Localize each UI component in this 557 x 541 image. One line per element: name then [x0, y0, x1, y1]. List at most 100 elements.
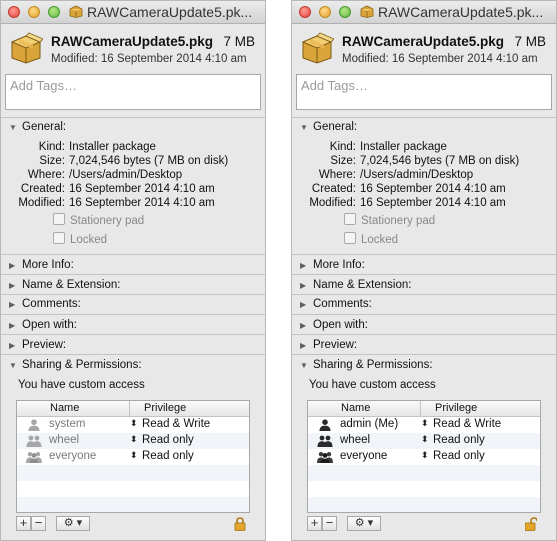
checkbox-box[interactable]	[344, 232, 356, 244]
minimize-button[interactable]	[28, 6, 40, 18]
section-label: Name & Extension:	[313, 279, 412, 291]
disclosure-closed-icon[interactable]: ▶	[300, 321, 309, 330]
section-open-with[interactable]: ▶ Open with:	[9, 319, 77, 331]
privilege-popup[interactable]: Read only	[142, 450, 194, 462]
info-value: Installer package	[360, 141, 447, 153]
info-label: Kind:	[38, 141, 65, 153]
divider	[1, 314, 265, 315]
table-row-empty	[308, 497, 540, 512]
privilege-popup[interactable]: Read & Write	[142, 418, 210, 430]
tags-field[interactable]	[296, 74, 552, 110]
user-name: everyone	[340, 450, 388, 462]
divider	[1, 254, 265, 255]
section-name-extension[interactable]: ▶ Name & Extension:	[9, 279, 120, 291]
checkbox-box[interactable]	[53, 213, 65, 225]
column-header-privilege[interactable]: Privilege	[435, 402, 477, 414]
table-row[interactable]: everyone ⬍ Read only	[17, 449, 249, 465]
section-label: Sharing & Permissions:	[313, 359, 433, 371]
add-user-button[interactable]: +	[307, 516, 322, 531]
tags-input[interactable]	[299, 77, 543, 94]
close-button[interactable]	[299, 6, 311, 18]
section-name-extension[interactable]: ▶ Name & Extension:	[300, 279, 411, 291]
disclosure-closed-icon[interactable]: ▶	[9, 300, 18, 309]
section-open-with[interactable]: ▶ Open with:	[300, 319, 368, 331]
column-header-name[interactable]: Name	[50, 402, 79, 414]
table-row[interactable]: wheel ⬍ Read only	[17, 433, 249, 449]
remove-user-button[interactable]: −	[322, 516, 337, 531]
lock-closed-icon[interactable]	[234, 517, 246, 531]
title-bar[interactable]: RAWCameraUpdate5.pk...	[292, 1, 556, 24]
user-name: admin (Me)	[340, 418, 399, 430]
privilege-popup[interactable]: Read only	[433, 450, 485, 462]
section-label: More Info:	[22, 259, 74, 271]
modified-date: Modified: 16 September 2014 4:10 am	[342, 53, 538, 65]
tags-field[interactable]	[5, 74, 261, 110]
stationery-pad-checkbox[interactable]: Stationery pad	[53, 213, 144, 227]
privilege-popup[interactable]: Read only	[433, 434, 485, 446]
column-header-name[interactable]: Name	[341, 402, 370, 414]
section-sharing[interactable]: ▼ Sharing & Permissions:	[9, 359, 142, 371]
info-label: Kind:	[329, 141, 356, 153]
section-comments[interactable]: ▶ Comments:	[300, 298, 372, 310]
action-menu-button[interactable]: ⚙ ▾	[347, 516, 381, 531]
close-button[interactable]	[8, 6, 20, 18]
column-header-privilege[interactable]: Privilege	[144, 402, 186, 414]
add-user-button[interactable]: +	[16, 516, 31, 531]
info-value: 16 September 2014 4:10 am	[360, 183, 506, 195]
table-header: Name Privilege	[308, 401, 540, 417]
action-menu-button[interactable]: ⚙ ▾	[56, 516, 90, 531]
access-status: You have custom access	[18, 379, 145, 391]
stationery-pad-checkbox[interactable]: Stationery pad	[344, 213, 435, 227]
locked-checkbox[interactable]: Locked	[53, 232, 107, 246]
permissions-table[interactable]: Name Privilege system ⬍ Read & Write whe…	[16, 400, 250, 513]
section-general[interactable]: ▼ General:	[9, 121, 66, 133]
table-row[interactable]: everyone ⬍ Read only	[308, 449, 540, 465]
disclosure-closed-icon[interactable]: ▶	[9, 341, 18, 350]
privilege-popup[interactable]: Read & Write	[433, 418, 501, 430]
disclosure-closed-icon[interactable]: ▶	[9, 261, 18, 270]
lock-open-icon[interactable]	[525, 517, 537, 531]
disclosure-closed-icon[interactable]: ▶	[9, 321, 18, 330]
remove-user-button[interactable]: −	[31, 516, 46, 531]
minimize-button[interactable]	[319, 6, 331, 18]
section-more-info[interactable]: ▶ More Info:	[300, 259, 365, 271]
info-label: Created:	[20, 183, 65, 195]
table-row[interactable]: system ⬍ Read & Write	[17, 417, 249, 433]
checkbox-label: Locked	[70, 234, 108, 246]
checkbox-box[interactable]	[53, 232, 65, 244]
section-general[interactable]: ▼ General:	[300, 121, 357, 133]
disclosure-open-icon[interactable]: ▼	[9, 361, 18, 370]
section-label: Sharing & Permissions:	[22, 359, 142, 371]
disclosure-closed-icon[interactable]: ▶	[9, 281, 18, 290]
locked-checkbox[interactable]: Locked	[344, 232, 398, 246]
checkbox-label: Stationery pad	[70, 215, 145, 227]
permissions-table[interactable]: Name Privilege admin (Me) ⬍ Read & Write…	[307, 400, 541, 513]
table-row[interactable]: wheel ⬍ Read only	[308, 433, 540, 449]
tags-input[interactable]	[8, 77, 252, 94]
section-preview[interactable]: ▶ Preview:	[9, 339, 66, 351]
section-general-label: General:	[313, 121, 358, 133]
section-preview[interactable]: ▶ Preview:	[300, 339, 357, 351]
zoom-button[interactable]	[339, 6, 351, 18]
title-bar[interactable]: RAWCameraUpdate5.pk...	[1, 1, 265, 24]
section-sharing[interactable]: ▼ Sharing & Permissions:	[300, 359, 433, 371]
section-more-info[interactable]: ▶ More Info:	[9, 259, 74, 271]
checkbox-box[interactable]	[344, 213, 356, 225]
disclosure-open-icon[interactable]: ▼	[9, 123, 18, 132]
disclosure-closed-icon[interactable]: ▶	[300, 281, 309, 290]
section-comments[interactable]: ▶ Comments:	[9, 298, 81, 310]
package-icon	[10, 32, 43, 64]
window-title: RAWCameraUpdate5.pk...	[87, 4, 253, 20]
info-label: Size:	[39, 155, 65, 167]
info-window-unlocked: RAWCameraUpdate5.pk... RAWCameraUpdate5.…	[291, 0, 557, 541]
disclosure-open-icon[interactable]: ▼	[300, 123, 309, 132]
privilege-popup[interactable]: Read only	[142, 434, 194, 446]
table-row[interactable]: admin (Me) ⬍ Read & Write	[308, 417, 540, 433]
disclosure-closed-icon[interactable]: ▶	[300, 300, 309, 309]
disclosure-closed-icon[interactable]: ▶	[300, 261, 309, 270]
disclosure-closed-icon[interactable]: ▶	[300, 341, 309, 350]
disclosure-open-icon[interactable]: ▼	[300, 361, 309, 370]
group-icon	[26, 435, 42, 447]
user-name: wheel	[49, 434, 80, 446]
zoom-button[interactable]	[48, 6, 60, 18]
